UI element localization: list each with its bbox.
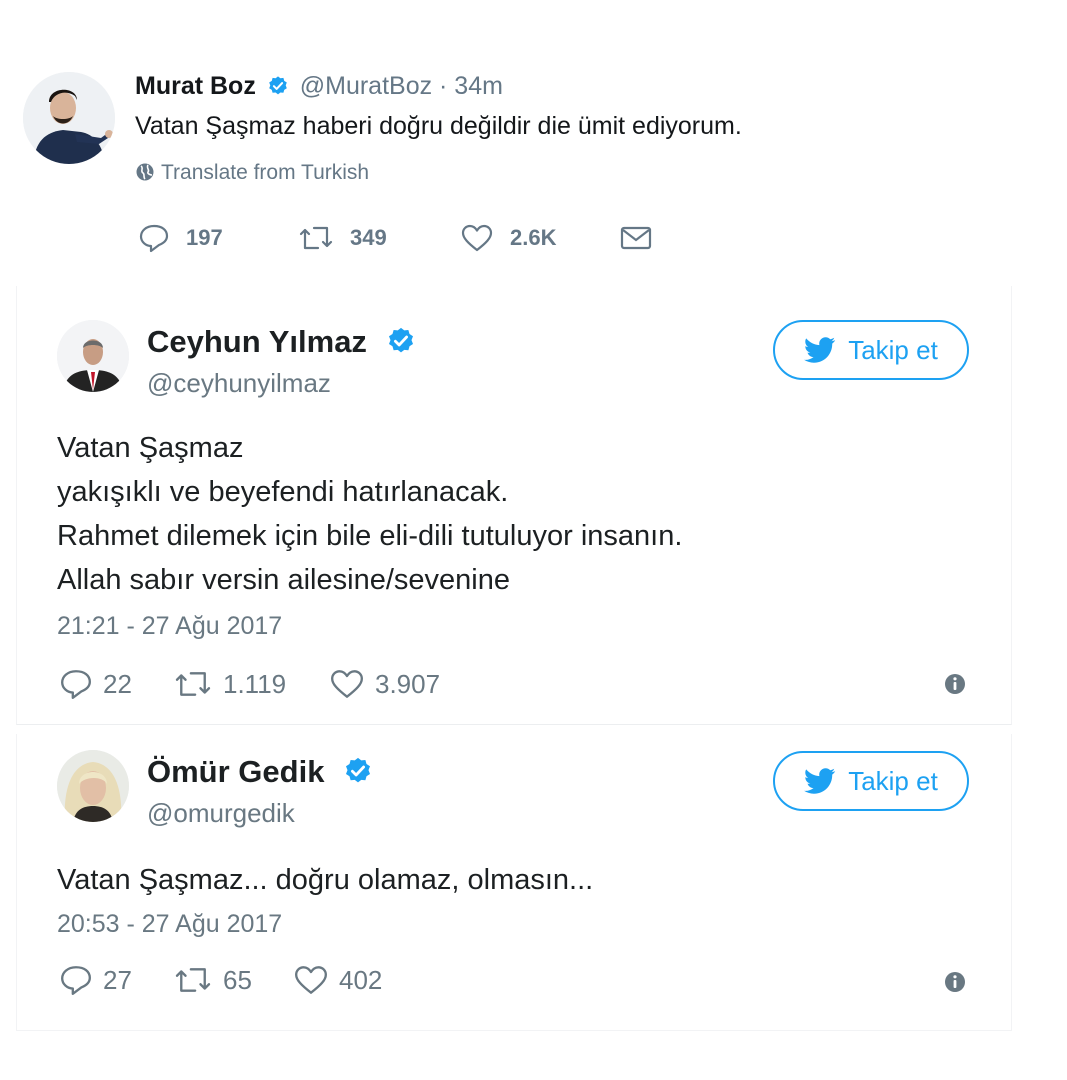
embedded-tweet: Ceyhun Yılmaz @ceyhunyilmaz Takip et Vat… — [16, 286, 1012, 725]
like-icon — [295, 966, 327, 994]
avatar[interactable] — [57, 320, 129, 392]
timestamp[interactable]: 21:21 - 27 Ağu 2017 — [57, 612, 282, 641]
retweet-button[interactable]: 65 — [173, 962, 252, 998]
timestamp[interactable]: 20:53 - 27 Ağu 2017 — [57, 910, 282, 939]
reply-button[interactable]: 27 — [59, 962, 132, 998]
reply-icon — [139, 224, 169, 253]
dm-icon — [620, 226, 652, 250]
tweet-main: Murat Boz @MuratBoz · 34m Vatan Şaşmaz h… — [0, 0, 1067, 275]
verified-icon — [346, 757, 371, 783]
tweet-line: yakışıklı ve beyefendi hatırlanacak. — [57, 476, 509, 508]
reply-button[interactable]: 22 — [59, 666, 132, 702]
author-handle[interactable]: @MuratBoz · 34m — [300, 72, 503, 100]
like-button[interactable]: 3.907 — [329, 666, 440, 702]
embedded-tweet: Ömür Gedik @omurgedik Takip et Vatan Şaş… — [16, 734, 1012, 1031]
author-name[interactable]: Murat Boz — [135, 72, 256, 100]
retweet-button[interactable]: 1.119 — [173, 666, 286, 702]
info-icon[interactable] — [943, 970, 967, 994]
retweet-count: 65 — [223, 964, 252, 995]
author-name[interactable]: Ömür Gedik — [147, 754, 324, 789]
like-button[interactable]: 402 — [293, 962, 382, 998]
reply-count: 197 — [186, 225, 223, 250]
verified-icon — [268, 76, 287, 95]
globe-icon — [136, 163, 154, 181]
translate-label: Translate from Turkish — [161, 161, 370, 184]
author-handle[interactable]: @ceyhunyilmaz — [147, 368, 331, 399]
dm-button[interactable] — [620, 220, 652, 256]
twitter-bird-icon — [804, 337, 836, 363]
reply-icon — [61, 670, 91, 699]
reply-count: 22 — [103, 668, 132, 699]
retweet-count: 1.119 — [223, 668, 287, 699]
follow-label: Takip et — [848, 765, 938, 796]
verified-icon — [388, 327, 413, 353]
retweet-icon — [175, 968, 211, 992]
tweet-line: Rahmet dilemek için bile eli-dili tutulu… — [57, 520, 683, 552]
tweet-text: Vatan Şaşmaz haberi doğru değildir die ü… — [135, 112, 742, 140]
follow-button[interactable]: Takip et — [773, 751, 969, 811]
author-handle[interactable]: @omurgedik — [147, 798, 295, 829]
like-button[interactable]: 2.6K — [460, 220, 556, 256]
reply-icon — [61, 966, 91, 995]
follow-button[interactable]: Takip et — [773, 320, 969, 380]
like-count: 402 — [339, 964, 383, 995]
info-icon[interactable] — [943, 672, 967, 696]
follow-label: Takip et — [848, 334, 938, 365]
like-icon — [461, 224, 493, 252]
avatar[interactable] — [57, 750, 129, 822]
like-count: 2.6K — [510, 225, 557, 250]
retweet-count: 349 — [350, 225, 387, 250]
tweet-line: Vatan Şaşmaz... doğru olamaz, olmasın... — [57, 864, 594, 896]
retweet-icon — [299, 226, 333, 250]
tweet-line: Allah sabır versin ailesine/sevenine — [57, 564, 510, 596]
like-count: 3.907 — [375, 668, 441, 699]
author-name[interactable]: Ceyhun Yılmaz — [147, 324, 367, 359]
tweet-text: Vatan Şaşmaz... doğru olamaz, olmasın... — [57, 858, 593, 902]
tweet-line: Vatan Şaşmaz — [57, 432, 244, 464]
like-icon — [331, 670, 363, 698]
translate-link[interactable]: Translate from Turkish — [135, 161, 369, 185]
twitter-bird-icon — [804, 768, 836, 794]
avatar[interactable] — [23, 72, 115, 164]
retweet-button[interactable]: 349 — [298, 220, 387, 256]
retweet-icon — [175, 672, 211, 696]
tweet-text: Vatan Şaşmaz yakışıklı ve beyefendi hatı… — [57, 426, 682, 602]
reply-count: 27 — [103, 964, 132, 995]
reply-button[interactable]: 197 — [138, 220, 223, 256]
